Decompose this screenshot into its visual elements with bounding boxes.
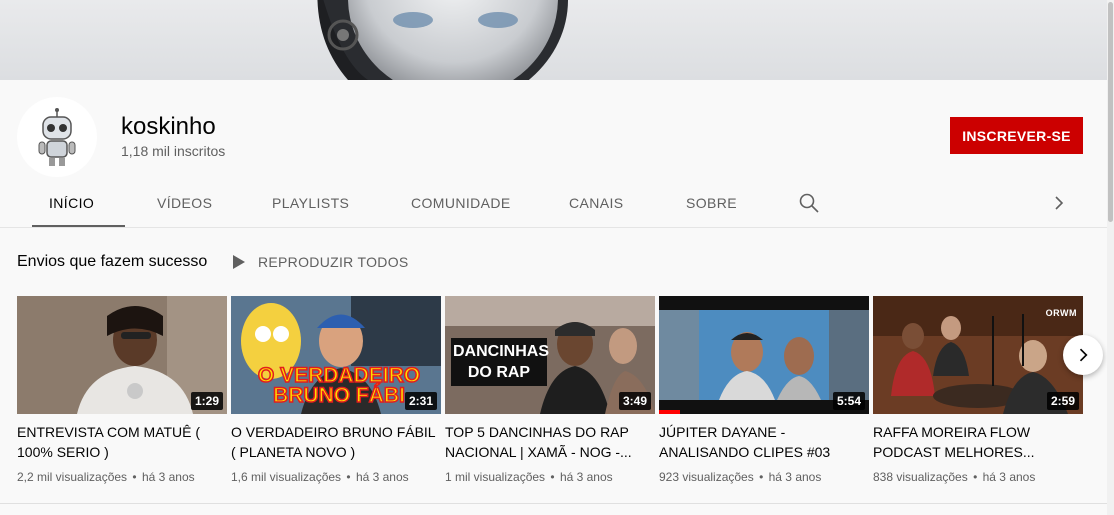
video-duration: 2:31 (404, 392, 437, 410)
scrollbar-thumb[interactable] (1108, 2, 1113, 222)
meta-separator: • (346, 470, 351, 484)
video-card[interactable]: ORWM 2:59 RAFFA MOREIRA FLOW PODCAST MEL… (873, 296, 1083, 484)
meta-separator: • (759, 470, 764, 484)
search-icon[interactable] (797, 191, 821, 215)
video-title[interactable]: ENTREVISTA COM MATUÊ ( 100% SERIO ) (17, 422, 227, 462)
tab-home[interactable]: INÍCIO (31, 183, 126, 227)
video-views: 1 mil visualizações (445, 470, 546, 484)
video-age: há 3 anos (559, 470, 613, 484)
video-views: 838 visualizações (873, 470, 968, 484)
robot-avatar-icon (38, 108, 76, 166)
meta-separator: • (132, 470, 137, 484)
subscriber-count: 1,18 mil inscritos (121, 143, 226, 159)
video-age: há 3 anos (768, 470, 822, 484)
tab-videos[interactable]: VÍDEOS (157, 183, 212, 227)
video-card[interactable]: O VERDADEIRO BRUNO FÁBI 2:31 O VERDADEIR… (231, 296, 441, 484)
play-all-label: REPRODUZIR TODOS (258, 254, 409, 270)
play-icon (233, 255, 245, 269)
video-duration: 1:29 (190, 392, 223, 410)
video-thumbnail[interactable]: 5:54 (659, 296, 869, 414)
play-all-button[interactable]: REPRODUZIR TODOS (232, 252, 409, 272)
watch-progress-bar (659, 410, 680, 414)
video-card[interactable]: 1:29 ENTREVISTA COM MATUÊ ( 100% SERIO )… (17, 296, 227, 484)
video-age: há 3 anos (141, 470, 195, 484)
video-duration: 3:49 (618, 392, 651, 410)
chevron-right-icon[interactable] (1047, 191, 1071, 215)
tab-playlists[interactable]: PLAYLISTS (272, 183, 349, 227)
tab-channels[interactable]: CANAIS (569, 183, 624, 227)
shelf-next-button[interactable] (1063, 335, 1103, 375)
video-meta: 923 visualizações • há 3 anos (659, 470, 869, 484)
tab-about[interactable]: SOBRE (686, 183, 737, 227)
meta-separator: • (550, 470, 555, 484)
video-meta: 1,6 mil visualizações • há 3 anos (231, 470, 441, 484)
channel-tabs: INÍCIO VÍDEOS PLAYLISTS COMUNIDADE CANAI… (17, 183, 1087, 227)
video-age: há 3 anos (982, 470, 1036, 484)
meta-separator: • (973, 470, 978, 484)
channel-name: koskinho (121, 113, 216, 140)
video-thumbnail[interactable]: ORWM 2:59 (873, 296, 1083, 414)
video-title[interactable]: TOP 5 DANCINHAS DO RAP NACIONAL | XAMÃ -… (445, 422, 655, 462)
thumbnail-overlay-text: DANCINHAS DO RAP (451, 338, 549, 386)
video-card[interactable]: DANCINHAS DO RAP 3:49 TOP 5 DANCINHAS DO… (445, 296, 655, 484)
video-title[interactable]: RAFFA MOREIRA FLOW PODCAST MELHORES... (873, 422, 1083, 462)
video-duration: 2:59 (1046, 392, 1079, 410)
video-views: 2,2 mil visualizações (17, 470, 128, 484)
page-divider (0, 503, 1107, 504)
video-title[interactable]: JÚPITER DAYANE - ANALISANDO CLIPES #03 (659, 422, 869, 462)
video-title[interactable]: O VERDADEIRO BRUNO FÁBIL ( PLANETA NOVO … (231, 422, 441, 462)
video-views: 923 visualizações (659, 470, 754, 484)
page-scrollbar[interactable] (1107, 0, 1114, 515)
video-thumbnail[interactable]: DANCINHAS DO RAP 3:49 (445, 296, 655, 414)
video-duration: 5:54 (832, 392, 865, 410)
video-views: 1,6 mil visualizações (231, 470, 342, 484)
channel-avatar[interactable] (17, 97, 97, 177)
video-meta: 838 visualizações • há 3 anos (873, 470, 1083, 484)
tab-community[interactable]: COMUNIDADE (411, 183, 511, 227)
robot-banner-image (317, 0, 568, 80)
chevron-right-icon (1079, 348, 1088, 362)
video-age: há 3 anos (355, 470, 409, 484)
video-thumbnail[interactable]: 1:29 (17, 296, 227, 414)
video-meta: 1 mil visualizações • há 3 anos (445, 470, 655, 484)
thumbnail-logo-text: ORWM (1045, 308, 1077, 318)
shelf-title: Envios que fazem sucesso (17, 253, 208, 270)
video-card[interactable]: 5:54 JÚPITER DAYANE - ANALISANDO CLIPES … (659, 296, 869, 484)
video-thumbnail[interactable]: O VERDADEIRO BRUNO FÁBI 2:31 (231, 296, 441, 414)
video-meta: 2,2 mil visualizações • há 3 anos (17, 470, 227, 484)
subscribe-button[interactable]: INSCREVER-SE (950, 117, 1083, 154)
channel-banner (0, 0, 1107, 80)
